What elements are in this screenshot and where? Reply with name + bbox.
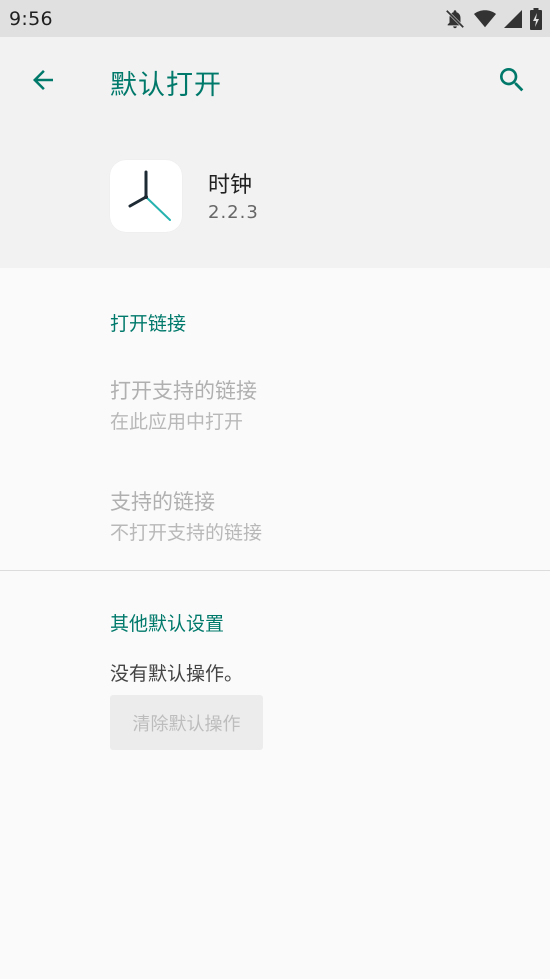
other-defaults-section-title: 其他默认设置 [110, 613, 225, 635]
notifications-off-icon [444, 8, 466, 30]
cell-signal-icon [504, 10, 522, 28]
battery-charging-icon [530, 8, 542, 30]
status-bar: 9:56 [0, 0, 550, 37]
wifi-icon [474, 9, 496, 29]
search-button[interactable] [494, 62, 530, 98]
list-item-title: 打开支持的链接 [110, 379, 257, 403]
status-icons [444, 8, 542, 30]
app-name: 时钟 [208, 173, 253, 198]
page-title: 默认打开 [110, 70, 222, 101]
clear-defaults-button[interactable]: 清除默认操作 [110, 695, 263, 750]
app-version: 2.2.3 [208, 202, 259, 223]
back-button[interactable] [25, 62, 61, 98]
list-item-title: 支持的链接 [110, 490, 215, 514]
status-time: 9:56 [9, 7, 53, 30]
list-item-subtitle: 在此应用中打开 [110, 411, 244, 433]
section-divider [0, 570, 550, 571]
open-links-section-title: 打开链接 [110, 313, 187, 335]
back-arrow-icon [33, 70, 53, 90]
search-icon [500, 68, 524, 92]
app-header: 默认打开 时钟 2.2.3 [0, 37, 550, 268]
clock-app-icon [110, 160, 182, 232]
list-item-subtitle: 不打开支持的链接 [110, 522, 263, 544]
no-default-actions-text: 没有默认操作。 [110, 663, 244, 685]
